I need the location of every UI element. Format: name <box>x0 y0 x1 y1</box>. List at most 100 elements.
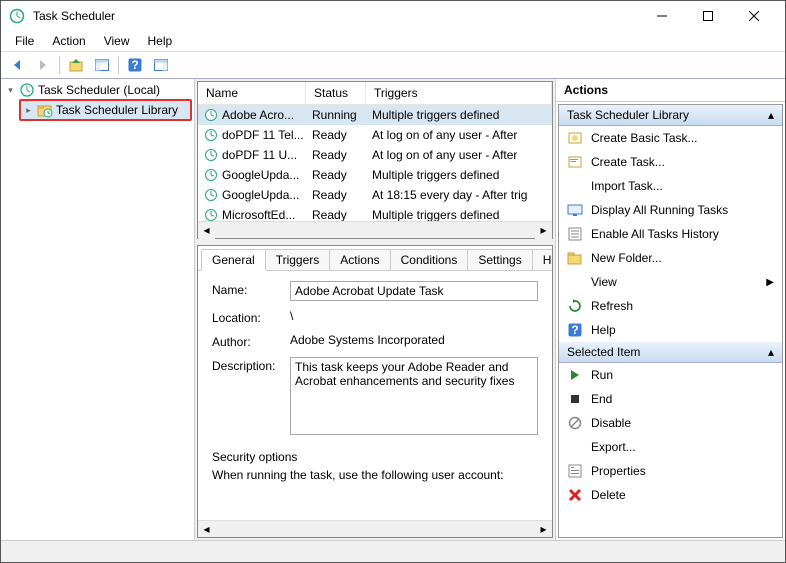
scroll-left-icon[interactable]: ◂ <box>198 222 215 239</box>
scheduler-icon <box>19 82 35 98</box>
action-section-selected[interactable]: Selected Item ▴ <box>559 342 782 363</box>
tree-root-label: Task Scheduler (Local) <box>38 83 160 97</box>
scroll-right-icon[interactable]: ▸ <box>535 222 552 239</box>
run-icon <box>567 367 583 383</box>
action-end[interactable]: End <box>559 387 782 411</box>
task-list-body: Adobe Acro... Running Multiple triggers … <box>198 105 552 221</box>
task-list-scrollbar[interactable]: ◂ ▸ <box>198 221 552 238</box>
menu-help[interactable]: Help <box>140 32 181 50</box>
security-text: When running the task, use the following… <box>212 468 538 482</box>
tab-conditions[interactable]: Conditions <box>390 249 469 271</box>
tab-history[interactable]: H <box>532 249 553 271</box>
task-row[interactable]: Adobe Acro... Running Multiple triggers … <box>198 105 552 125</box>
label-name: Name: <box>212 281 290 297</box>
menu-file[interactable]: File <box>7 32 42 50</box>
chevron-right-icon: ▶ <box>766 277 774 288</box>
task-icon <box>204 128 218 142</box>
delete-icon <box>567 487 583 503</box>
action-create-task[interactable]: Create Task... <box>559 150 782 174</box>
task-row[interactable]: MicrosoftEd... Ready Multiple triggers d… <box>198 205 552 221</box>
action-help[interactable]: ?Help <box>559 318 782 342</box>
tree-root[interactable]: ▾ Task Scheduler (Local) <box>3 81 192 99</box>
toolbar: ? <box>1 51 785 79</box>
disable-icon <box>567 415 583 431</box>
action-disable[interactable]: Disable <box>559 411 782 435</box>
tree-library-label: Task Scheduler Library <box>56 103 178 117</box>
show-hide-tree-button[interactable] <box>90 54 114 76</box>
task-icon <box>204 168 218 182</box>
task-icon <box>204 148 218 162</box>
folder-icon <box>567 250 583 266</box>
up-button[interactable] <box>64 54 88 76</box>
task-icon <box>204 188 218 202</box>
library-icon <box>37 102 53 118</box>
tab-actions[interactable]: Actions <box>329 249 390 271</box>
action-view[interactable]: View▶ <box>559 270 782 294</box>
center-pane: Name Status Triggers Adobe Acro... Runni… <box>195 79 555 540</box>
label-location: Location: <box>212 309 290 325</box>
task-icon <box>204 208 218 221</box>
menu-bar: File Action View Help <box>1 31 785 51</box>
column-name[interactable]: Name <box>198 82 306 104</box>
scroll-left-icon[interactable]: ◂ <box>198 521 215 538</box>
show-hide-action-pane-button[interactable] <box>149 54 173 76</box>
refresh-icon <box>567 298 583 314</box>
label-description: Description: <box>212 357 290 373</box>
column-status[interactable]: Status <box>306 82 366 104</box>
action-run[interactable]: Run <box>559 363 782 387</box>
name-field[interactable] <box>290 281 538 301</box>
actions-pane: Actions Task Scheduler Library ▴ Create … <box>555 79 785 540</box>
action-export[interactable]: Export... <box>559 435 782 459</box>
back-button[interactable] <box>5 54 29 76</box>
end-icon <box>567 391 583 407</box>
expand-icon[interactable]: ▸ <box>23 105 34 116</box>
column-triggers[interactable]: Triggers <box>366 82 552 104</box>
detail-scrollbar[interactable]: ◂ ▸ <box>198 520 552 537</box>
tree-library[interactable]: ▸ Task Scheduler Library <box>19 99 192 121</box>
minimize-button[interactable] <box>639 1 685 31</box>
task-list-header: Name Status Triggers <box>198 82 552 105</box>
svg-text:?: ? <box>571 323 578 337</box>
window-title: Task Scheduler <box>33 9 639 23</box>
detail-pane: General Triggers Actions Conditions Sett… <box>197 245 553 538</box>
actions-header: Actions <box>556 79 785 102</box>
description-field[interactable] <box>290 357 538 435</box>
tab-settings[interactable]: Settings <box>467 249 532 271</box>
history-icon <box>567 226 583 242</box>
help-button[interactable]: ? <box>123 54 147 76</box>
wizard-icon <box>567 130 583 146</box>
maximize-button[interactable] <box>685 1 731 31</box>
task-list: Name Status Triggers Adobe Acro... Runni… <box>197 81 553 239</box>
menu-view[interactable]: View <box>96 32 138 50</box>
action-refresh[interactable]: Refresh <box>559 294 782 318</box>
action-create-basic-task[interactable]: Create Basic Task... <box>559 126 782 150</box>
action-display-running[interactable]: Display All Running Tasks <box>559 198 782 222</box>
properties-icon <box>567 463 583 479</box>
tree-pane: ▾ Task Scheduler (Local) ▸ Task Schedule… <box>1 79 195 540</box>
task-icon <box>204 108 218 122</box>
action-properties[interactable]: Properties <box>559 459 782 483</box>
task-row[interactable]: GoogleUpda... Ready At 18:15 every day -… <box>198 185 552 205</box>
action-delete[interactable]: Delete <box>559 483 782 507</box>
scroll-right-icon[interactable]: ▸ <box>535 521 552 538</box>
task-row[interactable]: GoogleUpda... Ready Multiple triggers de… <box>198 165 552 185</box>
collapse-icon[interactable]: ▴ <box>768 345 774 359</box>
action-import-task[interactable]: Import Task... <box>559 174 782 198</box>
task-row[interactable]: doPDF 11 Tel... Ready At log on of any u… <box>198 125 552 145</box>
collapse-icon[interactable]: ▴ <box>768 108 774 122</box>
task-row[interactable]: doPDF 11 U... Ready At log on of any use… <box>198 145 552 165</box>
menu-action[interactable]: Action <box>44 32 93 50</box>
action-section-library[interactable]: Task Scheduler Library ▴ <box>559 105 782 126</box>
forward-button[interactable] <box>31 54 55 76</box>
close-button[interactable] <box>731 1 777 31</box>
action-enable-history[interactable]: Enable All Tasks History <box>559 222 782 246</box>
location-value: \ <box>290 309 538 323</box>
author-value: Adobe Systems Incorporated <box>290 333 538 347</box>
action-new-folder[interactable]: New Folder... <box>559 246 782 270</box>
tab-general[interactable]: General <box>201 249 266 271</box>
help-icon: ? <box>567 322 583 338</box>
collapse-icon[interactable]: ▾ <box>5 85 16 96</box>
status-bar <box>1 540 785 562</box>
task-icon <box>567 154 583 170</box>
tab-triggers[interactable]: Triggers <box>265 249 331 271</box>
